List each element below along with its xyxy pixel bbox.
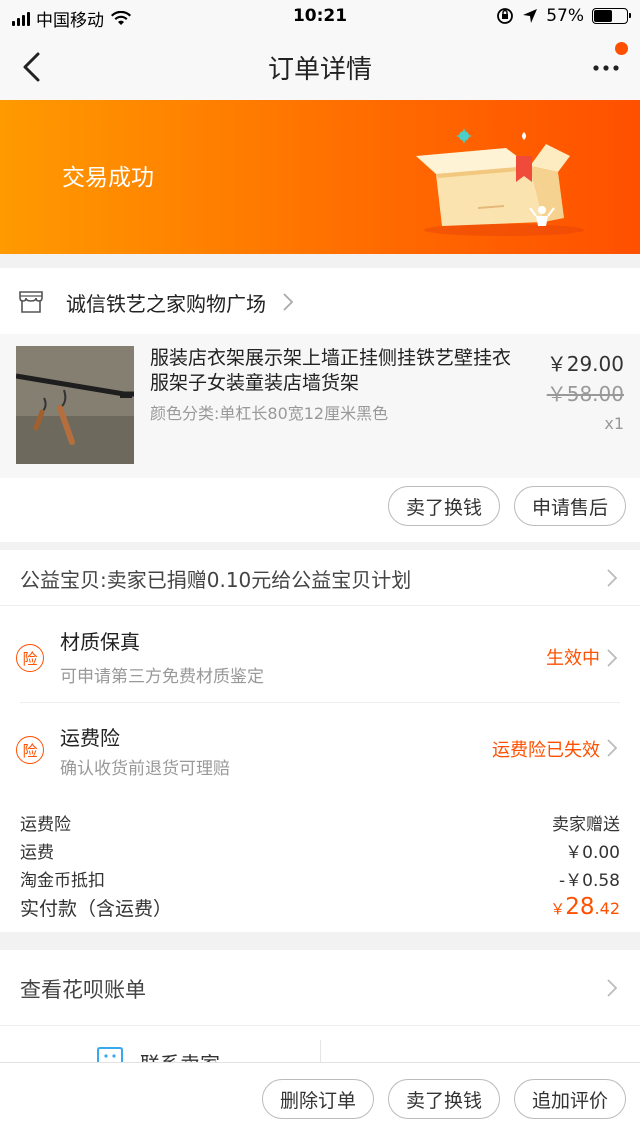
insurance-title: 材质保真: [60, 630, 140, 654]
fee-label: 运费险: [20, 815, 71, 835]
charity-text: 公益宝贝:卖家已捐赠0.10元给公益宝贝计划: [20, 568, 412, 592]
fee-label: 淘金币抵扣: [20, 871, 105, 891]
total-row: 实付款（含运费） ￥28.42: [20, 894, 620, 921]
total-currency: ￥: [550, 900, 566, 918]
insurance-badge-icon: 险: [16, 736, 44, 764]
location-icon: [523, 9, 538, 23]
insurance-and-fees: 险 材质保真 可申请第三方免费材质鉴定 生效中 险 运费险 确认收货前退货可理赔…: [0, 606, 640, 932]
insurance-title: 运费险: [60, 726, 120, 750]
order-actions: 删除订单 卖了换钱 追加评价: [261, 1079, 626, 1119]
package-box-icon: [416, 128, 584, 236]
store-name[interactable]: 诚信铁艺之家购物广场: [66, 288, 266, 317]
product-item[interactable]: 服装店衣架展示架上墙正挂侧挂铁艺壁挂衣服架子女装童装店墙货架 颜色分类:单杠长8…: [0, 334, 640, 478]
order-status-text: 交易成功: [62, 165, 154, 191]
product-title[interactable]: 服装店衣架展示架上墙正挂侧挂铁艺壁挂衣服架子女装童装店墙货架: [150, 346, 520, 396]
total-amount: ￥28.42: [550, 894, 620, 921]
fee-value: ￥0.00: [565, 843, 620, 863]
fee-row: 运费险 卖家赠送: [20, 810, 620, 835]
fee-value: 卖家赠送: [552, 815, 620, 835]
insurance-status: 生效中: [546, 648, 600, 669]
charity-row[interactable]: 公益宝贝:卖家已捐赠0.10元给公益宝贝计划: [0, 550, 640, 606]
total-label: 实付款（含运费）: [20, 898, 173, 920]
orientation-lock-icon: [497, 8, 514, 24]
status-right: 57%: [496, 6, 631, 26]
product-original-price: ￥58.00: [546, 382, 624, 406]
delete-order-button[interactable]: 删除订单: [261, 1079, 374, 1119]
insurance-item[interactable]: 险 运费险 确认收货前退货可理赔 运费险已失效: [0, 704, 640, 796]
fee-label: 运费: [20, 843, 54, 863]
insurance-subtitle: 确认收货前退货可理赔: [60, 759, 230, 779]
chevron-right-icon: [607, 569, 618, 587]
product-spec: 颜色分类:单杠长80宽12厘米黑色: [150, 404, 389, 423]
insurance-status: 运费险已失效: [492, 740, 600, 761]
product-quantity: x1: [604, 414, 624, 433]
sell-item-button[interactable]: 卖了换钱: [387, 1079, 500, 1119]
insurance-item[interactable]: 险 材质保真 可申请第三方免费材质鉴定 生效中: [0, 606, 640, 698]
total-decimal: .42: [594, 899, 620, 918]
product-image[interactable]: [16, 346, 134, 464]
status-bar: 中国移动 10:21 57%: [0, 0, 640, 34]
divider: [20, 702, 620, 703]
add-review-button[interactable]: 追加评价: [513, 1079, 626, 1119]
store-icon: [19, 291, 43, 313]
notification-dot: [615, 42, 628, 55]
huabei-bill-row[interactable]: 查看花呗账单: [0, 950, 640, 1026]
chevron-right-icon: [283, 293, 294, 311]
total-integer: 28: [565, 894, 595, 920]
bottom-action-bar: 删除订单 卖了换钱 追加评价: [0, 1062, 640, 1138]
insurance-badge-icon: 险: [16, 644, 44, 672]
fee-value: -￥0.58: [559, 871, 620, 891]
huabei-text: 查看花呗账单: [20, 978, 146, 1002]
apply-aftersale-button[interactable]: 申请售后: [513, 486, 626, 526]
fee-row: 淘金币抵扣 -￥0.58: [20, 866, 620, 891]
product-price: ￥29.00: [546, 352, 624, 376]
insurance-subtitle: 可申请第三方免费材质鉴定: [60, 667, 264, 687]
fee-row: 运费 ￥0.00: [20, 838, 620, 863]
battery-icon: [592, 8, 631, 24]
store-header[interactable]: 诚信铁艺之家购物广场: [0, 268, 640, 334]
page-title: 订单详情: [267, 55, 372, 85]
item-actions: 卖了换钱 申请售后: [387, 486, 626, 526]
product-photo: [16, 346, 134, 464]
contact-row: 联系卖家: [0, 1026, 640, 1066]
order-status-banner: 交易成功: [0, 100, 640, 254]
battery-fill: [594, 10, 613, 22]
chevron-right-icon: [607, 739, 618, 757]
sell-item-button[interactable]: 卖了换钱: [387, 486, 500, 526]
nav-bar: 订单详情: [0, 34, 640, 100]
chevron-right-icon: [607, 649, 618, 667]
chevron-right-icon: [607, 979, 618, 997]
battery-percent: 57%: [546, 6, 584, 26]
order-item-card: 诚信铁艺之家购物广场 服装店衣架展示架上墙正挂侧挂铁艺壁挂衣服架子女装童装店墙货…: [0, 268, 640, 542]
